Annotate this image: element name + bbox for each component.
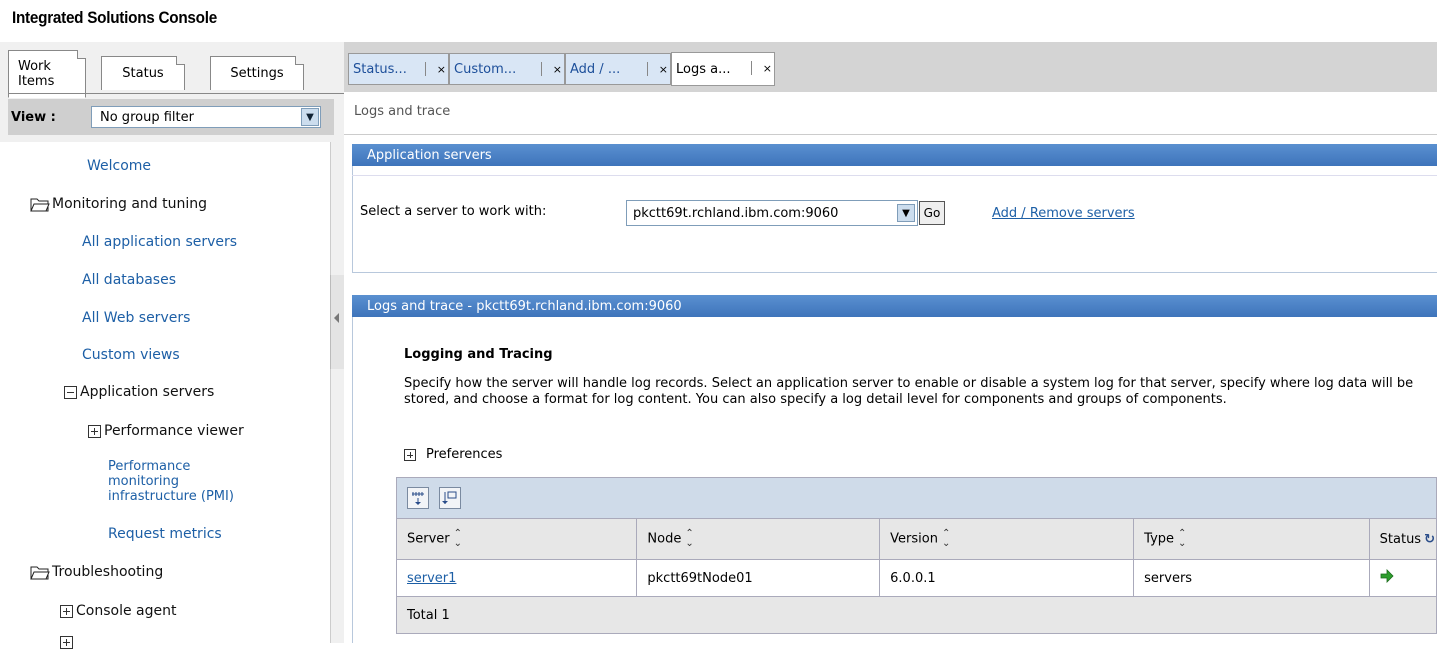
nav-troubleshooting[interactable]: Troubleshooting [30,564,163,580]
column-header-server[interactable]: Server ⌃ ⌄ [395,518,638,560]
preferences-label: Preferences [426,447,503,462]
nav-all-web-servers[interactable]: All Web servers [82,310,190,326]
preferences-toggle[interactable]: Preferences [404,447,502,462]
close-icon[interactable]: × [553,63,562,76]
expand-icon[interactable] [88,424,101,438]
sort-icon[interactable]: ⌃ ⌄ [685,529,693,549]
show-filter-icon[interactable] [407,487,429,509]
navigation-tree: Welcome Monitoring and tuning All applic… [0,142,331,649]
panel-splitter[interactable] [330,275,345,369]
server-link[interactable]: server1 [407,571,456,586]
table-toolbar [396,477,1437,519]
close-icon[interactable]: × [659,63,668,76]
tab-status[interactable]: Status [101,56,185,90]
page-tab-label: Logs a... [676,61,731,77]
table-row: server1 pkctt69tNode01 6.0.0.1 servers [395,559,1437,597]
close-icon[interactable]: × [763,62,772,75]
column-header-type[interactable]: Type ⌃ ⌄ [1133,518,1370,560]
expand-icon[interactable] [404,448,416,461]
tab-status-label: Status [122,66,164,81]
collapse-left-icon[interactable] [334,313,339,323]
nav-custom-views[interactable]: Custom views [82,347,180,363]
page-tab-label: Add / ... [570,61,621,77]
nav-console-agent-label: Console agent [76,603,177,619]
server-select[interactable]: pkctt69t.rchland.ibm.com:9060 ▼ [626,200,918,226]
tab-settings-label: Settings [230,66,284,81]
folder-open-icon [30,565,50,580]
right-panel: Status... × Custom... × Add / ... × Logs… [344,42,1437,643]
nav-application-servers[interactable]: Application servers [64,384,214,400]
table-total: Total 1 [396,596,1437,634]
add-remove-servers-link[interactable]: Add / Remove servers [992,206,1135,221]
nav-pmi[interactable]: Performance monitoring infrastructure (P… [108,459,234,504]
left-panel: Work Items Status Settings View : No gro… [0,42,345,649]
nav-monitoring-label: Monitoring and tuning [52,196,207,212]
nav-application-servers-label: Application servers [80,384,215,400]
nav-console-agent[interactable]: Console agent [60,603,176,619]
started-arrow-icon [1380,569,1394,587]
node-cell: pkctt69tNode01 [636,559,881,597]
tab-work-items-label: Work Items [18,59,55,89]
tab-settings[interactable]: Settings [210,56,304,90]
nav-troubleshooting-label: Troubleshooting [52,564,164,580]
servers-table: Server ⌃ ⌄ Node ⌃ ⌄ Version ⌃ ⌄ Type ⌃ ⌄ Status ↻… [395,477,1437,634]
sort-icon[interactable]: ⌃ ⌄ [1178,529,1186,549]
view-label: View : [11,109,56,125]
view-filter-bar: View : No group filter ▼ [8,99,334,135]
server-cell: server1 [395,559,638,597]
column-header-status[interactable]: Status ↻ [1368,518,1437,560]
page-tabbar: Status... × Custom... × Add / ... × Logs… [344,42,1437,92]
column-header-version[interactable]: Version ⌃ ⌄ [879,518,1135,560]
nav-performance-viewer[interactable]: Performance viewer [88,423,244,439]
page-tab-label: Custom... [454,61,517,77]
server-select-value: pkctt69t.rchland.ibm.com:9060 [633,205,839,221]
view-filter-select[interactable]: No group filter ▼ [91,106,321,128]
sort-icon[interactable]: ⌃ ⌄ [942,529,950,549]
page-tab-label: Status... [353,61,407,77]
logging-tracing-title: Logging and Tracing [404,347,553,362]
page-tab-logs[interactable]: Logs a... × [671,52,775,86]
tab-work-items[interactable]: Work Items [8,50,86,98]
chevron-down-icon[interactable]: ▼ [301,108,319,126]
nav-partial-item [60,636,76,653]
select-server-label: Select a server to work with: [360,204,547,219]
expand-icon[interactable] [60,604,73,618]
nav-request-metrics[interactable]: Request metrics [108,526,222,542]
close-icon[interactable]: × [437,63,446,76]
page-tab-add-remove[interactable]: Add / ... × [565,53,671,85]
nav-monitoring-and-tuning[interactable]: Monitoring and tuning [30,196,207,212]
view-filter-value: No group filter [100,109,194,125]
app-title: Integrated Solutions Console [12,8,217,27]
nav-performance-viewer-label: Performance viewer [104,423,244,439]
column-header-node[interactable]: Node ⌃ ⌄ [636,518,881,560]
logging-description: Specify how the server will handle log r… [404,376,1414,407]
nav-all-databases[interactable]: All databases [82,272,176,288]
chevron-down-icon[interactable]: ▼ [897,204,915,222]
breadcrumb: Logs and trace [354,104,451,119]
nav-all-application-servers[interactable]: All application servers [82,234,237,250]
logs-trace-section-header: Logs and trace - pkctt69t.rchland.ibm.co… [352,295,1437,317]
version-cell: 6.0.0.1 [879,559,1135,597]
go-button[interactable]: Go [919,201,945,225]
collapse-icon[interactable] [64,385,77,399]
status-cell [1368,559,1437,597]
nav-welcome[interactable]: Welcome [87,158,151,174]
page-tab-custom[interactable]: Custom... × [449,53,565,85]
app-servers-section-header: Application servers [352,144,1437,166]
left-tabbar: Work Items Status Settings [8,46,344,98]
page-tab-status[interactable]: Status... × [348,53,449,85]
type-cell: servers [1133,559,1370,597]
select-all-icon[interactable] [439,487,462,509]
refresh-icon[interactable]: ↻ [1424,532,1435,547]
sort-icon[interactable]: ⌃ ⌄ [454,529,462,549]
folder-open-icon [30,197,50,212]
